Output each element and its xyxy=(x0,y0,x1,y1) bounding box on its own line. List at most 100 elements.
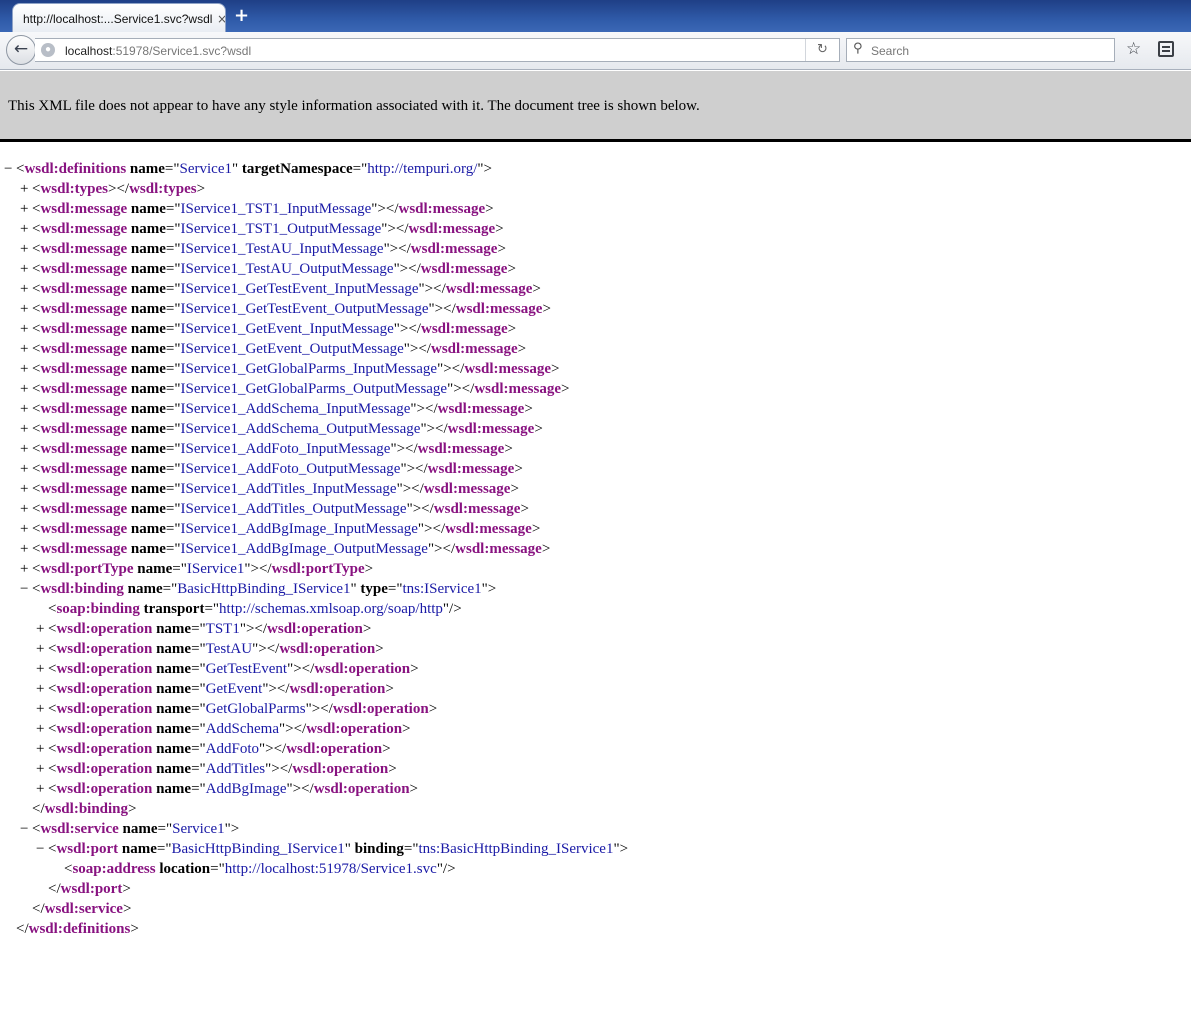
xml-line: </wsdl:service> xyxy=(20,900,131,920)
reading-list-icon[interactable] xyxy=(1158,41,1174,57)
xml-attr-name: name xyxy=(156,741,192,757)
xml-line: + <wsdl:operation name="AddTitles"></wsdl… xyxy=(36,760,397,780)
xml-line: + <wsdl:message name="IService1_AddBgImag… xyxy=(20,520,540,540)
expand-toggle[interactable]: + xyxy=(20,360,32,378)
tab-active[interactable]: http://localhost:...Service1.svc?wsdl × xyxy=(12,3,226,32)
close-icon[interactable]: × xyxy=(217,13,225,25)
address-bar[interactable]: ● localhost:51978/Service1.svc?wsdl ↻ xyxy=(35,38,840,62)
collapse-toggle[interactable]: − xyxy=(20,580,32,598)
xml-tag-name: wsdl:service xyxy=(44,901,123,917)
expand-toggle[interactable]: + xyxy=(20,340,32,358)
expand-toggle[interactable]: + xyxy=(20,200,32,218)
expand-toggle[interactable]: + xyxy=(36,780,48,798)
collapse-toggle[interactable]: − xyxy=(36,840,48,858)
xml-attr-value: IService1_AddBgImage_OutputMessage xyxy=(180,541,428,557)
expand-toggle[interactable]: + xyxy=(20,220,32,238)
expand-toggle[interactable]: + xyxy=(20,240,32,258)
xml-tag-name: wsdl:operation xyxy=(267,621,363,637)
xml-punctuation: "></ xyxy=(393,321,421,337)
xml-punctuation: =" xyxy=(387,581,403,597)
xml-punctuation: </ xyxy=(32,801,45,817)
xml-punctuation: =" xyxy=(156,841,172,857)
expand-toggle[interactable]: + xyxy=(36,720,48,738)
xml-attr-name: type xyxy=(360,581,388,597)
expand-toggle[interactable]: + xyxy=(36,700,48,718)
xml-punctuation: =" xyxy=(191,661,206,677)
xml-punctuation: =" xyxy=(191,681,206,697)
expand-toggle[interactable]: + xyxy=(36,760,48,778)
xml-tag-name: wsdl:message xyxy=(40,301,128,317)
expand-toggle[interactable]: + xyxy=(20,180,32,198)
expand-toggle[interactable]: + xyxy=(20,380,32,398)
expand-toggle[interactable]: + xyxy=(36,660,48,678)
xml-tag-name: wsdl:message xyxy=(40,381,128,397)
expand-toggle[interactable]: + xyxy=(20,500,32,518)
xml-punctuation: =" xyxy=(165,501,181,517)
xml-line: + <wsdl:message name="IService1_AddTitles… xyxy=(20,500,529,520)
xml-punctuation: =" xyxy=(165,261,181,277)
back-button[interactable]: ← xyxy=(6,35,36,65)
xml-punctuation: " xyxy=(344,841,355,857)
xml-tag-name: wsdl:operation xyxy=(56,741,153,757)
xml-punctuation: > xyxy=(510,481,519,497)
expand-toggle[interactable]: + xyxy=(36,640,48,658)
xml-tag-name: wsdl:operation xyxy=(279,641,376,657)
xml-attr-name: name xyxy=(129,161,165,177)
xml-punctuation: =" xyxy=(165,281,181,297)
xml-punctuation: > xyxy=(388,761,397,777)
expand-toggle[interactable]: + xyxy=(36,740,48,758)
xml-line: + <wsdl:types></wsdl:types> xyxy=(20,180,205,200)
expand-toggle[interactable]: + xyxy=(20,540,32,558)
xml-attr-value: IService1_AddFoto_InputMessage xyxy=(180,441,391,457)
xml-punctuation: "></ xyxy=(239,621,268,637)
expand-toggle[interactable]: + xyxy=(20,260,32,278)
new-tab-icon[interactable]: + xyxy=(234,6,249,26)
xml-line: + <wsdl:operation name="TST1"></wsdl:oper… xyxy=(36,620,371,640)
xml-punctuation: "></ xyxy=(381,221,409,237)
xml-attr-name: name xyxy=(130,301,166,317)
xml-attr-name: name xyxy=(130,401,166,417)
expand-toggle[interactable]: + xyxy=(20,280,32,298)
expand-toggle[interactable]: + xyxy=(20,440,32,458)
xml-line: + <wsdl:message name="IService1_TST1_Outp… xyxy=(20,220,504,240)
expand-toggle[interactable]: + xyxy=(20,320,32,338)
collapse-toggle[interactable]: − xyxy=(4,160,16,178)
expand-toggle[interactable]: + xyxy=(20,560,32,578)
xml-punctuation: "></ xyxy=(244,561,272,577)
expand-toggle[interactable]: + xyxy=(20,400,32,418)
xml-tag-name: wsdl:operation xyxy=(56,701,153,717)
xml-attr-name: name xyxy=(156,761,192,777)
xml-line: + <wsdl:operation name="AddBgImage"></wsd… xyxy=(36,780,418,800)
xml-attr-value: GetGlobalParms xyxy=(205,701,306,717)
xml-punctuation: > xyxy=(497,241,506,257)
xml-tag-name: wsdl:message xyxy=(40,221,128,237)
expand-toggle[interactable]: + xyxy=(20,460,32,478)
expand-toggle[interactable]: + xyxy=(20,420,32,438)
xml-punctuation: > xyxy=(410,661,419,677)
xml-attr-value: IService1_GetGlobalParms_OutputMessage xyxy=(180,381,448,397)
xml-punctuation: "> xyxy=(224,821,240,837)
xml-punctuation: > xyxy=(130,921,139,937)
xml-punctuation: =" xyxy=(403,841,419,857)
xml-attr-name: binding xyxy=(354,841,404,857)
expand-toggle[interactable]: + xyxy=(36,620,48,638)
xml-attr-name: name xyxy=(130,281,166,297)
expand-toggle[interactable]: + xyxy=(20,300,32,318)
xml-attr-value: AddSchema xyxy=(205,721,279,737)
xml-tag-name: wsdl:message xyxy=(40,201,128,217)
expand-toggle[interactable]: + xyxy=(20,520,32,538)
xml-punctuation: > xyxy=(196,181,206,197)
expand-toggle[interactable]: + xyxy=(20,480,32,498)
bookmark-star-icon[interactable]: ☆ xyxy=(1126,39,1141,59)
expand-toggle[interactable]: + xyxy=(36,680,48,698)
collapse-toggle[interactable]: − xyxy=(20,820,32,838)
xml-attr-value: IService1_GetGlobalParms_InputMessage xyxy=(180,361,438,377)
xml-attr-value: http://tempuri.org/ xyxy=(367,161,478,177)
xml-tag-name: wsdl:message xyxy=(408,221,496,237)
xml-attr-name: name xyxy=(130,421,166,437)
xml-punctuation: "/> xyxy=(436,861,456,877)
xml-tag-name: wsdl:message xyxy=(40,441,128,457)
xml-punctuation: =" xyxy=(165,241,181,257)
reload-icon[interactable]: ↻ xyxy=(805,39,839,61)
search-input[interactable]: ⚲ Search xyxy=(846,38,1115,62)
